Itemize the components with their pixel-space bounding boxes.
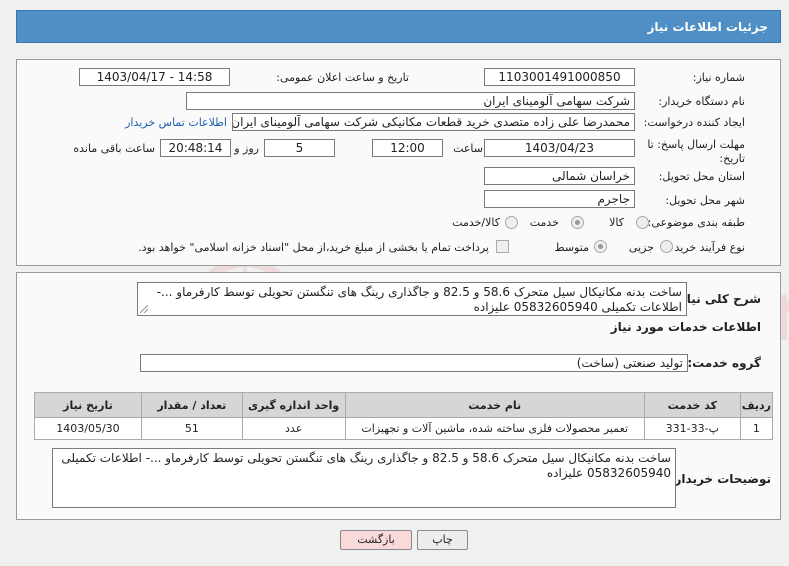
page-header: جزئیات اطلاعات نیاز: [16, 10, 781, 43]
buyer-notes-textarea: ساخت بدنه مکانیکال سیل متحرک 58.6 و 82.5…: [52, 448, 676, 508]
deadline-time-label: ساعت: [453, 142, 483, 155]
cell-unit: عدد: [241, 417, 346, 440]
remaining-days-field: 5: [264, 139, 335, 157]
buyer-org-label: نام دستگاه خریدار:: [658, 95, 745, 108]
purchase-option-medium: متوسط: [554, 241, 589, 254]
treasury-payment-note: پرداخت تمام یا بخشی از مبلغ خرید،از محل …: [138, 241, 489, 254]
purchase-radio-medium[interactable]: [594, 240, 607, 253]
col-quantity: تعداد / مقدار: [140, 392, 243, 418]
table-row[interactable]: 1 پ-33-331 تعمیر محصولات فلزی ساخته شده،…: [34, 417, 774, 440]
remaining-time-label: ساعت باقی مانده: [73, 142, 155, 155]
page-title: جزئیات اطلاعات نیاز: [647, 20, 768, 34]
deadline-date-field: 1403/04/23: [484, 139, 635, 157]
province-field: خراسان شمالی: [484, 167, 635, 185]
announce-datetime-label: تاریخ و ساعت اعلان عمومی:: [276, 71, 409, 84]
category-option-goods: کالا: [609, 216, 624, 229]
cell-quantity: 51: [140, 417, 243, 440]
table-header-row: ردیف کد خدمت نام خدمت واحد اندازه گیری ت…: [34, 392, 774, 418]
summary-text: ساخت بدنه مکانیکال سیل متحرک 58.6 و 82.5…: [156, 285, 682, 314]
city-field: جاجرم: [484, 190, 635, 208]
col-service-code: کد خدمت: [643, 392, 741, 418]
buyer-notes-text: ساخت بدنه مکانیکال سیل متحرک 58.6 و 82.5…: [61, 451, 671, 480]
buyer-org-field: شرکت سهامی آلومینای ایران: [186, 92, 635, 110]
category-option-goods-service: کالا/خدمت: [452, 216, 500, 229]
print-button[interactable]: چاپ: [417, 530, 468, 550]
requester-label: ایجاد کننده درخواست:: [643, 116, 745, 129]
remaining-time-field: 20:48:14: [160, 139, 231, 157]
summary-label: شرح کلی نیاز:: [675, 292, 761, 306]
cell-service-code: پ-33-331: [643, 417, 741, 440]
category-option-service: خدمت: [529, 216, 559, 229]
buyer-notes-label: توضیحات خریدار:: [669, 472, 771, 486]
need-number-field: 1103001491000850: [484, 68, 635, 86]
announce-datetime-field: 1403/04/17 - 14:58: [79, 68, 230, 86]
treasury-payment-checkbox[interactable]: [496, 240, 509, 253]
cell-need-date: 1403/05/30: [34, 417, 142, 440]
service-group-label: گروه خدمت:: [687, 356, 761, 370]
service-group-field: تولید صنعتی (ساخت): [140, 354, 688, 372]
services-section-title: اطلاعات خدمات مورد نیاز: [610, 320, 761, 334]
col-unit: واحد اندازه گیری: [241, 392, 346, 418]
category-radio-goods[interactable]: [636, 216, 649, 229]
category-label: طبقه بندی موضوعی:: [647, 216, 745, 229]
col-service-name: نام خدمت: [344, 392, 645, 418]
category-radio-service[interactable]: [571, 216, 584, 229]
purchase-option-minor: جزیی: [628, 241, 654, 254]
category-radio-goods-service[interactable]: [505, 216, 518, 229]
purchase-radio-minor[interactable]: [660, 240, 673, 253]
col-need-date: تاریخ نیاز: [34, 392, 142, 418]
back-button[interactable]: بازگشت: [340, 530, 412, 550]
province-label: استان محل تحویل:: [658, 170, 745, 183]
resize-grip[interactable]: [140, 305, 148, 313]
purchase-type-label: نوع فرآیند خرید :: [667, 241, 745, 254]
cell-row-number: 1: [739, 417, 774, 440]
deadline-time-field: 12:00: [372, 139, 443, 157]
city-label: شهر محل تحویل:: [665, 194, 745, 207]
services-table: ردیف کد خدمت نام خدمت واحد اندازه گیری ت…: [34, 392, 774, 440]
cell-service-name: تعمیر محصولات فلزی ساخته شده، ماشین آلات…: [344, 417, 645, 440]
col-row-number: ردیف: [739, 392, 774, 418]
deadline-label: مهلت ارسال پاسخ: تا تاریخ:: [647, 138, 745, 165]
days-label: روز و: [234, 142, 259, 155]
summary-textarea: ساخت بدنه مکانیکال سیل متحرک 58.6 و 82.5…: [137, 282, 687, 316]
requester-field: محمدرضا علی زاده متصدی خرید قطعات مکانیک…: [232, 113, 635, 131]
need-number-label: شماره نیاز:: [692, 71, 745, 84]
buyer-contact-link[interactable]: اطلاعات تماس خریدار: [125, 116, 227, 129]
